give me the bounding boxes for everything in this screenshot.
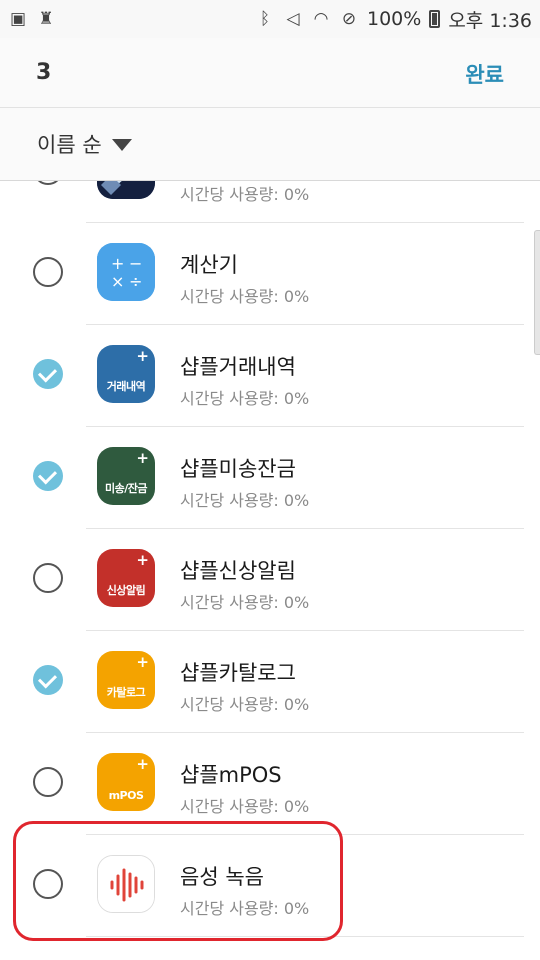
svg-text:+: + bbox=[111, 254, 124, 273]
list-item[interactable]: + mPOS 샵플mPOS 시간당 사용량: 0% bbox=[0, 733, 540, 835]
sort-label: 이름 순 bbox=[37, 133, 102, 157]
checkbox-unchecked[interactable] bbox=[33, 257, 63, 287]
app-usage: 시간당 사용량: 0% bbox=[180, 797, 310, 816]
app-name: 샵플미송잔금 bbox=[180, 457, 296, 481]
list-item[interactable]: + 카탈로그 샵플카탈로그시간당 사용량: 0% bbox=[0, 631, 540, 733]
dropdown-arrow-icon bbox=[111, 139, 132, 151]
status-bar: ▣ ♜ ᛒ ◁ ◠ ⊘ 100% 오후 1:36 bbox=[0, 0, 540, 38]
app-icon-label: 신상알림 bbox=[106, 584, 146, 597]
svg-text:×: × bbox=[111, 272, 124, 291]
list-item[interactable]: + 신상알림 샵플신상알림시간당 사용량: 0% bbox=[0, 529, 540, 631]
wifi-icon: ◠ bbox=[313, 9, 329, 29]
clock: 오후 1:36 bbox=[448, 9, 532, 32]
checkbox-checked[interactable] bbox=[33, 665, 63, 695]
mpos-app-icon: + mPOS bbox=[97, 753, 155, 811]
selected-count: 3 bbox=[36, 60, 52, 85]
plus-icon: + bbox=[136, 347, 149, 365]
checkbox-checked[interactable] bbox=[33, 359, 63, 389]
status-left: ▣ ♜ bbox=[8, 9, 56, 29]
no-sim-icon: ⊘ bbox=[341, 9, 357, 29]
list-item[interactable]: 음성 녹음시간당 사용량: 0% bbox=[0, 835, 540, 937]
svg-text:÷: ÷ bbox=[129, 272, 142, 291]
app-list[interactable]: 손전등시간당 사용량: 0%+−×÷계산기시간당 사용량: 0%+거래내역샵플거… bbox=[0, 181, 540, 960]
plus-icon: + bbox=[136, 653, 149, 671]
bluetooth-icon: ᛒ bbox=[259, 9, 271, 29]
list-item[interactable]: 손전등시간당 사용량: 0% bbox=[0, 181, 540, 223]
battery-percent: 100% bbox=[367, 8, 422, 30]
divider bbox=[86, 936, 524, 937]
plus-icon: + bbox=[136, 551, 149, 569]
app-name: 음성 녹음 bbox=[180, 865, 264, 889]
new-arrival-app-icon: + 신상알림 bbox=[97, 549, 155, 607]
gallery-notification-icon: ▣ bbox=[9, 9, 27, 29]
app-usage: 시간당 사용량: 0% bbox=[180, 185, 310, 204]
sort-dropdown[interactable]: 이름 순 bbox=[0, 108, 540, 181]
svg-text:−: − bbox=[129, 254, 142, 273]
app-name: 샵플신상알림 bbox=[180, 559, 296, 583]
app-usage: 시간당 사용량: 0% bbox=[180, 287, 310, 306]
catalog-app-icon: + 카탈로그 bbox=[97, 651, 155, 709]
app-usage: 시간당 사용량: 0% bbox=[180, 389, 310, 408]
flashlight-icon bbox=[97, 181, 155, 199]
app-name: 샵플카탈로그 bbox=[180, 661, 296, 685]
scrollbar[interactable] bbox=[534, 230, 540, 355]
checkbox-unchecked[interactable] bbox=[33, 869, 63, 899]
app-icon-label: mPOS bbox=[108, 789, 144, 802]
list-item[interactable]: + 미송/잔금 샵플미송잔금시간당 사용량: 0% bbox=[0, 427, 540, 529]
battery-icon bbox=[429, 10, 441, 28]
checkbox-unchecked[interactable] bbox=[33, 181, 63, 185]
app-name: 계산기 bbox=[180, 253, 238, 277]
app-icon-label: 거래내역 bbox=[106, 380, 146, 393]
app-usage: 시간당 사용량: 0% bbox=[180, 695, 310, 714]
plus-icon: + bbox=[136, 755, 149, 773]
keyhole-notification-icon: ♜ bbox=[38, 9, 54, 29]
app-name: 샵플mPOS bbox=[180, 763, 282, 787]
list-item[interactable]: + 거래내역 샵플거래내역시간당 사용량: 0% bbox=[0, 325, 540, 427]
unpaid-balance-app-icon: + 미송/잔금 bbox=[97, 447, 155, 505]
app-name: 샵플거래내역 bbox=[180, 355, 296, 379]
status-right: ᛒ ◁ ◠ ⊘ 100% 오후 1:36 bbox=[255, 6, 532, 33]
plus-icon: + bbox=[136, 449, 149, 467]
checkbox-checked[interactable] bbox=[33, 461, 63, 491]
voice-recorder-icon bbox=[97, 855, 155, 913]
done-button[interactable]: 완료 bbox=[465, 59, 504, 89]
checkbox-unchecked[interactable] bbox=[33, 563, 63, 593]
checkbox-unchecked[interactable] bbox=[33, 767, 63, 797]
app-usage: 시간당 사용량: 0% bbox=[180, 899, 310, 918]
app-icon-label: 카탈로그 bbox=[106, 686, 146, 699]
app-list-items: 손전등시간당 사용량: 0%+−×÷계산기시간당 사용량: 0%+거래내역샵플거… bbox=[0, 181, 540, 937]
app-icon-label: 미송/잔금 bbox=[105, 482, 148, 495]
app-usage: 시간당 사용량: 0% bbox=[180, 491, 310, 510]
list-item[interactable]: + − × ÷ 계산기시간당 사용량: 0% bbox=[0, 223, 540, 325]
calculator-icon: + − × ÷ bbox=[97, 243, 155, 301]
transaction-history-app-icon: + 거래내역 bbox=[97, 345, 155, 403]
header: 3 완료 bbox=[0, 38, 540, 108]
mute-icon: ◁ bbox=[286, 9, 300, 29]
app-usage: 시간당 사용량: 0% bbox=[180, 593, 310, 612]
